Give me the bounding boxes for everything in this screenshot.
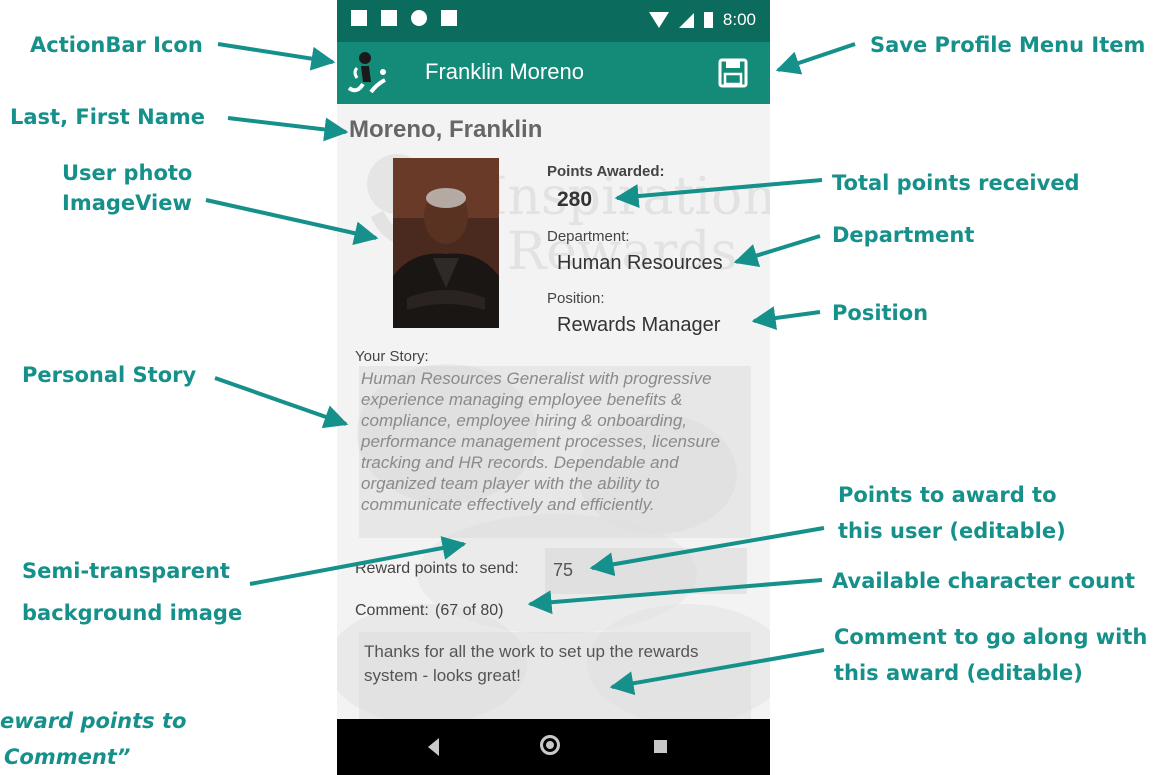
notification-mail-icon: [381, 10, 397, 26]
arrow-actionbar-icon: [217, 42, 336, 71]
user-photo: [393, 158, 499, 328]
points-awarded-label: Points Awarded:: [547, 163, 665, 180]
annotation-last-first-name: Last, First Name: [10, 105, 205, 129]
story-label: Your Story:: [355, 348, 429, 365]
comment-char-count: (67 of 80): [435, 602, 504, 619]
annotation-semi-transparent-line2: background image: [22, 601, 243, 625]
action-bar-title: Franklin Moreno: [425, 59, 584, 84]
home-icon[interactable]: [540, 735, 560, 755]
story-text: Human Resources Generalist with progress…: [359, 366, 751, 538]
action-bar: Franklin Moreno: [337, 42, 770, 104]
profile-content[interactable]: Inspiration Rewards Moreno, Franklin Poi…: [337, 104, 770, 719]
comment-label: Comment:: [355, 602, 429, 619]
arrow-save-menu-item: [775, 42, 856, 75]
annotation-semi-transparent-line1: Semi-transparent: [22, 559, 230, 583]
position-label: Position:: [547, 290, 605, 307]
notification-dot-icon: [411, 10, 427, 26]
app-logo-icon[interactable]: [343, 48, 397, 102]
cell-signal-icon: [678, 12, 694, 28]
phone-screen: 8:00 Franklin Moreno Inspiration Rewards: [337, 0, 770, 775]
status-bar: 8:00: [337, 0, 770, 42]
arrow-personal-story: [214, 376, 349, 429]
annotation-department: Department: [832, 223, 975, 247]
annotation-partial-line1: eward points to: [0, 709, 187, 733]
annotation-user-photo-line2: ImageView: [62, 191, 192, 215]
annotation-save-menu-item: Save Profile Menu Item: [870, 33, 1146, 57]
annotation-partial-line2: Comment”: [4, 745, 131, 769]
reward-points-input[interactable]: 75: [545, 548, 747, 594]
recent-apps-icon[interactable]: [654, 740, 667, 753]
reward-points-label: Reward points to send:: [355, 560, 519, 577]
annotation-total-points: Total points received: [832, 171, 1080, 195]
position-value: Rewards Manager: [557, 314, 721, 336]
notification-sd-card-icon: [441, 10, 457, 26]
annotation-actionbar-icon: ActionBar Icon: [30, 33, 203, 57]
back-icon[interactable]: [428, 738, 439, 756]
wifi-icon: [648, 12, 669, 28]
annotation-user-photo-line1: User photo: [62, 161, 193, 185]
annotation-comment-line2: this award (editable): [834, 661, 1083, 685]
full-name: Moreno, Franklin: [349, 116, 543, 143]
annotation-position: Position: [832, 301, 929, 325]
comment-input[interactable]: Thanks for all the work to set up the re…: [359, 632, 751, 719]
points-awarded-value: 280: [557, 188, 593, 211]
annotation-char-count: Available character count: [832, 569, 1136, 593]
department-value: Human Resources: [557, 252, 723, 274]
notification-message-icon: [351, 10, 367, 26]
annotation-points-to-award-line1: Points to award to: [838, 483, 1057, 507]
status-time: 8:00: [722, 10, 756, 29]
save-icon[interactable]: [716, 56, 750, 90]
department-label: Department:: [547, 228, 630, 245]
annotation-points-to-award-line2: this user (editable): [838, 519, 1066, 543]
annotation-personal-story: Personal Story: [22, 363, 197, 387]
battery-icon: [703, 12, 713, 28]
annotation-comment-line1: Comment to go along with: [834, 625, 1148, 649]
arrow-last-first-name: [227, 116, 349, 142]
navigation-bar: [337, 719, 770, 775]
